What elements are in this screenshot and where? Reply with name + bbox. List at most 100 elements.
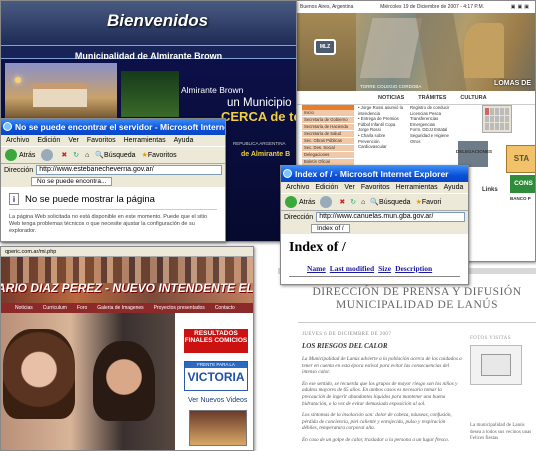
lanus-paragraph: La Municipalidad de Lanús advierte a la … (302, 356, 462, 376)
ie-icon (3, 122, 12, 131)
lomas-side-item[interactable]: Inicio (302, 110, 354, 117)
tab-cultura[interactable]: CULTURA (460, 95, 486, 101)
woman-figure (3, 329, 75, 419)
menu-archivo[interactable]: Archivo (286, 182, 309, 193)
column-name-link[interactable]: Name (307, 264, 326, 273)
merlo-frente-box[interactable]: FRENTE PARA LA VICTORIA (184, 361, 248, 391)
stop-icon[interactable]: ✖ (339, 198, 345, 206)
menu-edicion[interactable]: Edición (315, 182, 338, 193)
lomas-calendar[interactable] (482, 105, 512, 133)
title-bar[interactable]: Index of / - Microsoft Internet Explorer (281, 166, 468, 182)
lomas-photo[interactable] (458, 141, 488, 167)
menu-herramientas[interactable]: Herramientas (124, 135, 166, 146)
lomas-cons-banner[interactable]: CONS (510, 175, 535, 193)
back-button[interactable]: Atrás (5, 149, 35, 161)
title-bar[interactable]: No se puede encontrar el servidor - Micr… (1, 119, 225, 135)
lanus-article-title[interactable]: LOS RIESGOS DEL CALOR (302, 342, 462, 350)
window-title: Index of / - Microsoft Internet Explorer (295, 169, 449, 179)
refresh-icon[interactable]: ↻ (73, 151, 79, 159)
tramite-item[interactable]: Otros (410, 139, 456, 145)
lomas-links[interactable]: Links (482, 187, 498, 193)
lomas-icons[interactable]: ▣▣▣ (511, 4, 531, 13)
nav-item[interactable]: Foro (77, 303, 87, 313)
address-label: Dirección (284, 213, 314, 221)
info-icon: i (9, 193, 19, 205)
almirante-photo (5, 63, 117, 121)
man-figure (93, 341, 155, 421)
nav-item[interactable]: Galeria de Imagenes (97, 303, 143, 313)
stop-icon[interactable]: ✖ (61, 151, 67, 159)
menu-bar: Archivo Edición Ver Favoritos Herramient… (281, 182, 468, 193)
lomas-side-item[interactable]: Secretaría de Gobierno (302, 117, 354, 124)
index-columns: Name Last modified Size Description (289, 264, 460, 273)
forward-button[interactable] (41, 149, 55, 161)
back-arrow-icon (285, 196, 297, 208)
menu-favoritos[interactable]: Favoritos (87, 135, 116, 146)
merlo-videos[interactable]: Ver Nuevos Videos (188, 397, 247, 404)
lomas-side-item[interactable]: Sec. Des. Social (302, 145, 354, 152)
lomas-side-item[interactable]: Secretaría de Salud (302, 131, 354, 138)
news-item[interactable]: • Jorge Rossi asumió la intendencia (358, 105, 404, 116)
merlo-photo (1, 313, 175, 450)
lanus-header: DIRECCIÓN DE PRENSA Y DIFUSIÓN MUNICIPAL… (298, 286, 536, 312)
lomas-side-item[interactable]: Sec. Obras Públicas (302, 138, 354, 145)
column-size-link[interactable]: Size (378, 264, 391, 273)
lomas-hero-caption: TORRE COLEGIO CORDOBA (360, 84, 422, 89)
lomas-logo[interactable]: MLZ (314, 39, 336, 55)
home-icon[interactable]: ⌂ (85, 152, 89, 159)
tab-current[interactable]: Index of / (311, 224, 350, 233)
back-button[interactable]: Atrás (285, 196, 315, 208)
menu-herramientas[interactable]: Herramientas (396, 182, 438, 193)
merlo-banner: ARIO DIAZ PEREZ - NUEVO INTENDENTE ELECT… (1, 257, 253, 303)
lomas-promo[interactable]: STA (506, 145, 535, 173)
toolbar: Atrás ✖ ↻ ⌂ 🔍Búsqueda ★Favoritos (1, 146, 225, 164)
lomas-side-item[interactable]: Delegaciones (302, 152, 354, 159)
merlo-url[interactable]: qperic.com.ar/mi.php (5, 249, 56, 255)
error-heading: No se puede mostrar la página (25, 193, 155, 205)
search-button[interactable]: 🔍Búsqueda (95, 151, 135, 159)
address-input[interactable]: http://www.canuelas.mun.gba.gov.ar/ (316, 212, 465, 222)
merlo-results[interactable]: RESULTADOS FINALES COMICIOS (184, 329, 248, 353)
lanus-side-photo[interactable] (470, 345, 522, 385)
merlo-victoria: VICTORIA (187, 370, 245, 384)
favorites-button[interactable]: ★Favori (416, 198, 442, 206)
nav-item[interactable]: Proyectos presentados (154, 303, 205, 313)
home-icon[interactable]: ⌂ (361, 199, 365, 206)
menu-edicion[interactable]: Edición (37, 135, 60, 146)
news-item[interactable]: • Entrega de Premios Fútbol Infantil Cop… (358, 116, 404, 133)
lomas-delegaciones[interactable]: DELEGACIONES (456, 149, 492, 154)
lomas-news-col: • Jorge Rossi asumió la intendencia • En… (358, 105, 404, 150)
tab-current[interactable]: No se puede encontra... (31, 177, 113, 186)
refresh-icon[interactable]: ↻ (350, 198, 356, 206)
menu-favoritos[interactable]: Favoritos (361, 182, 390, 193)
lomas-bank[interactable]: BANCO P (510, 196, 531, 201)
menu-ayuda[interactable]: Ayuda (174, 135, 194, 146)
nav-item[interactable]: Noticias (15, 303, 33, 313)
lanus-date: JUEVES 6 DE DICIEMBRE DE 2007 (302, 332, 392, 337)
search-button[interactable]: 🔍Búsqueda (370, 198, 410, 206)
news-item[interactable]: • Charla sobre Prevención Cardiovascular (358, 133, 404, 150)
forward-button[interactable] (320, 196, 334, 208)
nav-item[interactable]: Contacto (215, 303, 235, 313)
tab-row: Index of / (281, 223, 468, 234)
address-input[interactable]: http://www.estebanecheverria.gov.ar/ (36, 165, 222, 175)
almirante-strip: Municipalidad de Almirante Brown (1, 45, 296, 61)
column-description-link[interactable]: Description (395, 264, 432, 273)
merlo-video-thumb[interactable] (189, 410, 247, 446)
tab-noticias[interactable]: NOTICIAS (378, 95, 404, 101)
menu-ver[interactable]: Ver (68, 135, 79, 146)
menu-ayuda[interactable]: Ayuda (444, 182, 464, 193)
tab-tramites[interactable]: TRÁMITES (418, 95, 446, 101)
lanus-paragraph: Los síntomas de la insolación son: dolor… (302, 412, 452, 432)
lomas-side-item[interactable]: Secretaría de Hacienda (302, 124, 354, 131)
favorites-button[interactable]: ★Favoritos (142, 151, 177, 159)
menu-archivo[interactable]: Archivo (6, 135, 29, 146)
lomas-hero: MLZ LOMAS DE TORRE COLEGIO CORDOBA (296, 13, 535, 91)
lanus-press-page: DIRECCIÓN DE PRENSA Y DIFUSIÓN MUNICIPAL… (258, 262, 536, 451)
menu-ver[interactable]: Ver (344, 182, 355, 193)
almirante-footer: de Almirante B (241, 151, 291, 158)
column-last-modified-link[interactable]: Last modified (330, 264, 374, 273)
almirante-welcome: Bienvenidos (107, 11, 209, 30)
tramite-item[interactable]: Registro de conducir (410, 105, 456, 111)
nav-item[interactable]: Curriculum (43, 303, 67, 313)
